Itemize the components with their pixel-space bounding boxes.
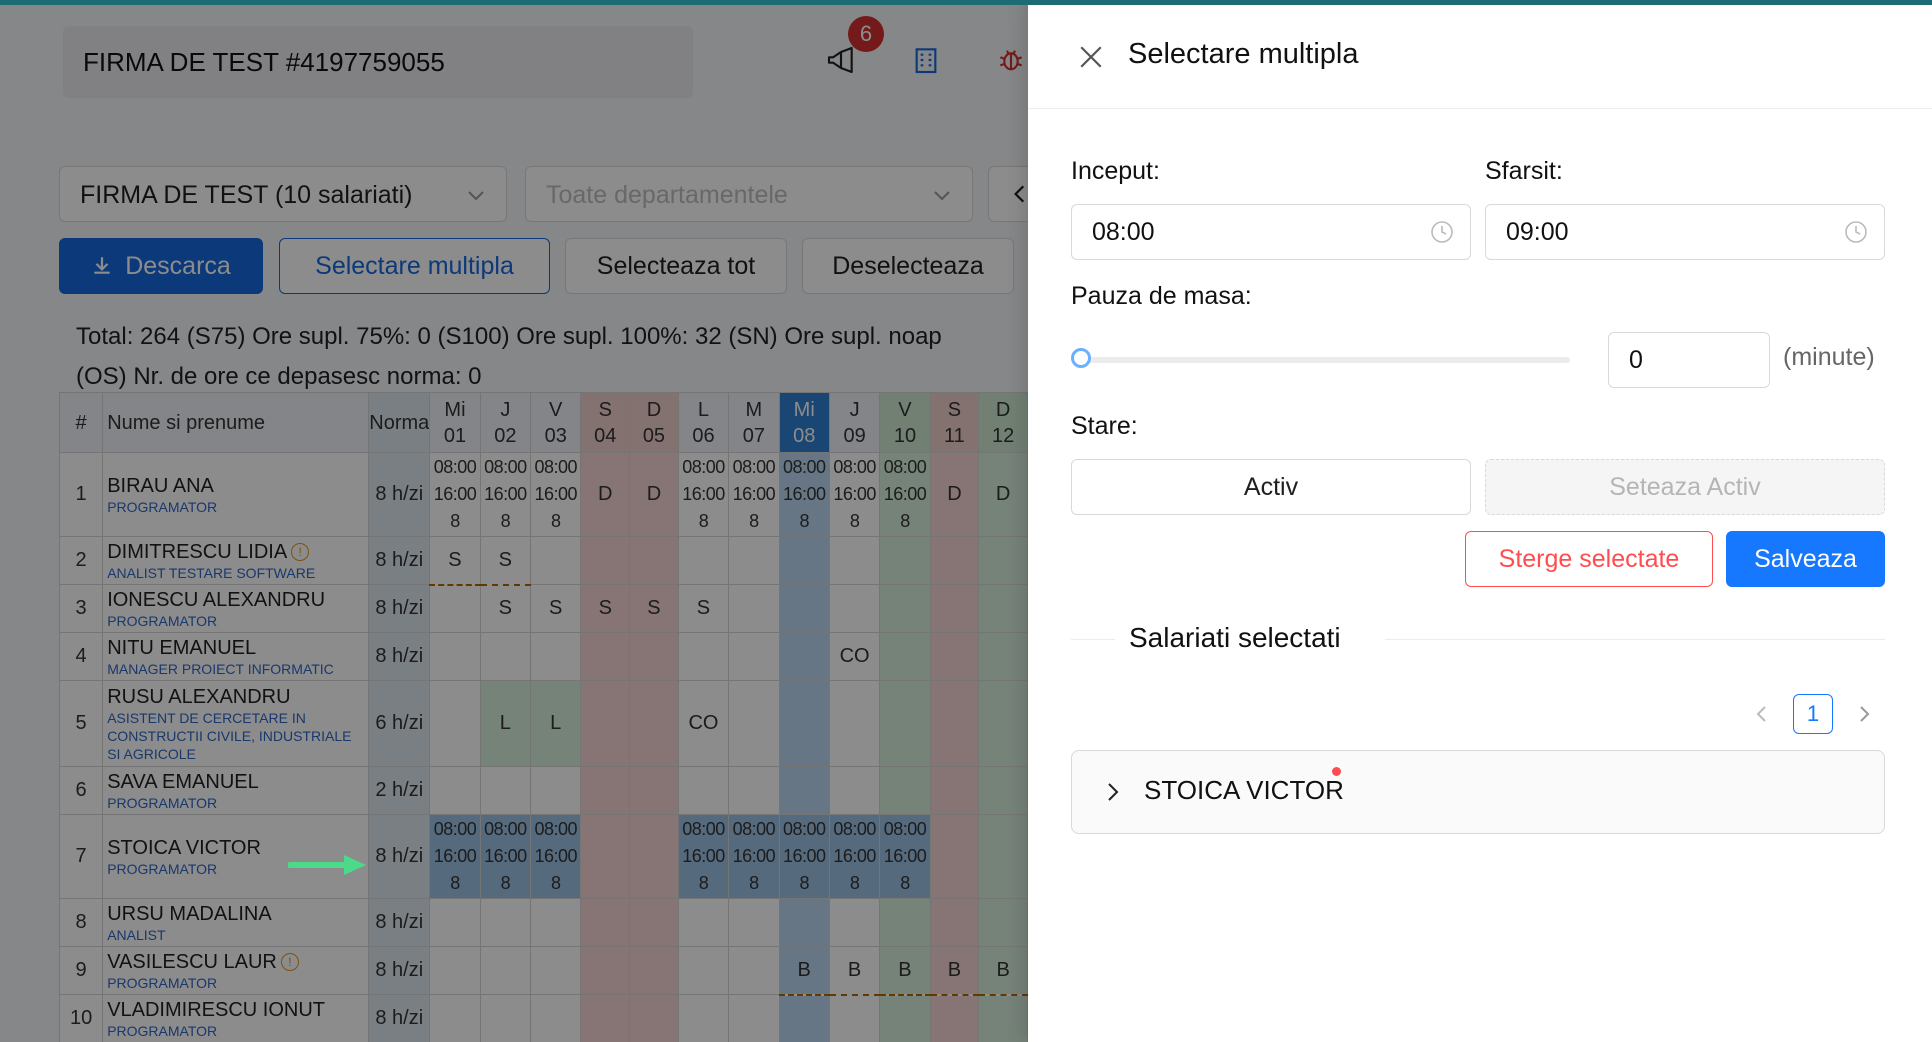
end-time-value: 09:00	[1506, 218, 1569, 246]
start-label: Inceput:	[1071, 157, 1160, 185]
drawer-title: Selectare multipla	[1128, 38, 1359, 70]
status-select[interactable]: Activ	[1071, 459, 1471, 515]
chevron-left-icon	[1756, 706, 1766, 722]
clock-icon	[1431, 221, 1453, 243]
break-unit-label: (minute)	[1783, 343, 1875, 371]
clock-icon	[1845, 221, 1867, 243]
pager-prev-button[interactable]	[1742, 694, 1782, 734]
highlight-arrow-icon	[288, 855, 366, 875]
chevron-right-icon	[1108, 783, 1119, 801]
break-slider-track[interactable]	[1086, 357, 1570, 363]
status-dot	[1332, 767, 1341, 776]
selected-employees-title: Salariati selectati	[1127, 622, 1343, 654]
selected-employee-panel[interactable]: STOICA VICTOR	[1071, 750, 1885, 834]
chevron-right-icon	[1860, 706, 1870, 722]
end-time-input[interactable]: 09:00	[1485, 204, 1885, 260]
start-time-value: 08:00	[1092, 218, 1155, 246]
drawer-backdrop[interactable]	[0, 0, 1028, 1042]
delete-selected-button[interactable]: Sterge selectate	[1465, 531, 1713, 587]
schedule-app-background: FIRMA DE TEST #4197759055 6 FIRMA DE TES…	[0, 0, 1028, 1042]
set-active-button: Seteaza Activ	[1485, 459, 1885, 515]
drawer-header: Selectare multipla	[1028, 0, 1932, 109]
break-minutes-input[interactable]: 0	[1608, 332, 1770, 388]
break-label: Pauza de masa:	[1071, 282, 1252, 310]
divider	[1071, 639, 1115, 640]
close-icon[interactable]	[1078, 44, 1104, 70]
break-slider-handle[interactable]	[1071, 348, 1091, 368]
status-label: Stare:	[1071, 412, 1138, 440]
start-time-input[interactable]: 08:00	[1071, 204, 1471, 260]
save-button[interactable]: Salveaza	[1726, 531, 1885, 587]
selected-employee-name: STOICA VICTOR	[1144, 775, 1344, 805]
pager-page-button[interactable]: 1	[1793, 694, 1833, 734]
break-minutes-value: 0	[1629, 346, 1643, 374]
multi-select-drawer: Selectare multipla	[1028, 0, 1932, 1042]
top-accent-bar	[0, 0, 1932, 5]
end-label: Sfarsit:	[1485, 157, 1563, 185]
divider	[1385, 639, 1885, 640]
pager-next-button[interactable]	[1844, 694, 1884, 734]
